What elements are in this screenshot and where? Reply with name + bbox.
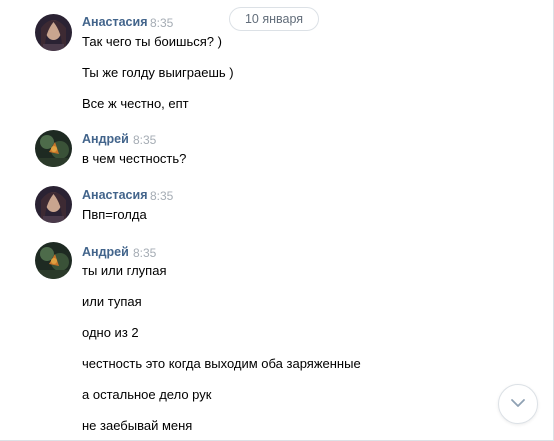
avatar-andrey[interactable] (35, 130, 72, 167)
author-name[interactable]: Андрей (82, 245, 129, 259)
message-text: ты или глупая (82, 263, 167, 278)
author-name[interactable]: Анастасия (82, 15, 148, 29)
message-text: честность это когда выходим оба заряженн… (82, 356, 361, 371)
avatar-anastasia[interactable] (35, 14, 72, 51)
message-text: а остальное дело рук (82, 387, 212, 402)
message-text: Так чего ты боишься? ) (82, 34, 222, 49)
message-time[interactable]: 8:35 (150, 189, 173, 203)
author-name[interactable]: Анастасия (82, 188, 148, 202)
author-name[interactable]: Андрей (82, 132, 129, 146)
chevron-down-icon (510, 395, 526, 413)
message-text: или тупая (82, 294, 142, 309)
message-text: Пвп=голда (82, 207, 147, 222)
message-time[interactable]: 8:35 (133, 246, 156, 260)
message-time[interactable]: 8:35 (150, 16, 173, 30)
message-text: одно из 2 (82, 325, 139, 340)
avatar-andrey[interactable] (35, 242, 72, 279)
message-time[interactable]: 8:35 (133, 133, 156, 147)
date-divider: 10 января (229, 7, 319, 31)
chat-history: 10 января Анастасия 8:35 Так чего ты бои… (0, 0, 554, 441)
message-text: Все ж честно, епт (82, 96, 189, 111)
message-text: не заебывай меня (82, 418, 193, 433)
scroll-to-bottom-button[interactable] (498, 384, 538, 424)
avatar-anastasia[interactable] (35, 186, 72, 223)
message-text: Ты же голду выиграешь ) (82, 65, 234, 80)
message-text: в чем честность? (82, 151, 187, 166)
